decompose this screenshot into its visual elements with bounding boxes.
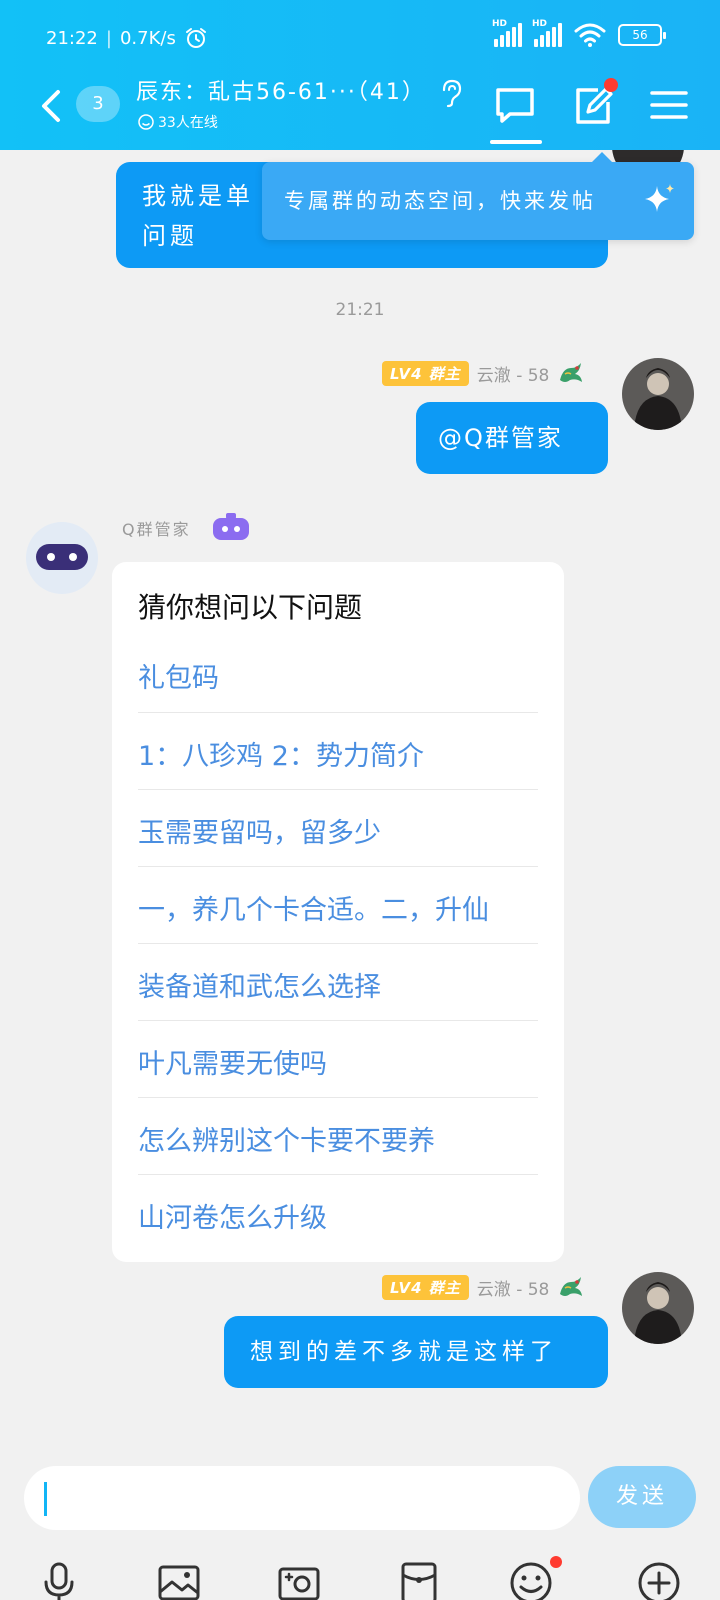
- sender-name: 云澈 - 58: [476, 365, 550, 386]
- avatar-image: [622, 358, 694, 430]
- active-tab-indicator: [490, 140, 542, 144]
- network-speed: 0.7K/s: [119, 27, 176, 49]
- emoji-icon[interactable]: [508, 1560, 554, 1600]
- status-divider: |: [105, 27, 112, 49]
- text-caret: [44, 1482, 47, 1516]
- sparkle-icon: [645, 184, 674, 212]
- bot-meta: Q群管家: [122, 512, 251, 544]
- level-text: LV4: [390, 1278, 423, 1297]
- level-text: LV4: [390, 364, 423, 383]
- role-text: 群主: [428, 364, 461, 383]
- divider: [138, 1097, 538, 1098]
- chat-area[interactable]: 我就是单 问题 专属群的动态空间，快来发帖 21:21 LV4 群主 云澈 - …: [0, 150, 720, 1448]
- divider: [138, 712, 538, 713]
- chat-tab-icon[interactable]: [492, 82, 538, 128]
- group-title[interactable]: 辰东：乱古56-61···（41）: [136, 74, 426, 106]
- post-notification-dot: [604, 78, 618, 92]
- tooltip-arrow: [592, 152, 612, 162]
- hd-label-1: HD: [492, 19, 508, 29]
- mic-icon[interactable]: [36, 1560, 82, 1600]
- status-time: 21:22: [46, 27, 98, 49]
- dragon-badge-icon: [560, 1277, 583, 1296]
- hd-label-2: HD: [532, 19, 548, 29]
- bot-heading: 猜你想问以下问题: [138, 591, 363, 624]
- divider: [138, 866, 538, 867]
- alarm-icon: [185, 28, 206, 48]
- input-bar: 发送: [0, 1448, 720, 1600]
- divider: [138, 789, 538, 790]
- online-count-text: 33人在线: [158, 115, 218, 131]
- robot-badge-icon: [212, 513, 249, 540]
- bot-option-6[interactable]: 叶凡需要无使吗: [138, 1042, 538, 1081]
- status-right: HD HD 56: [492, 19, 666, 48]
- status-bar: 21:22 | 0.7K/s HD HD 56: [0, 0, 720, 72]
- ear-icon[interactable]: [438, 78, 464, 108]
- divider: [138, 1020, 538, 1021]
- status-left: 21:22 | 0.7K/s: [46, 26, 208, 50]
- plus-icon[interactable]: [636, 1560, 682, 1600]
- bot-reply-card: 猜你想问以下问题 礼包码 1：八珍鸡 2：势力简介 玉需要留吗，留多少 一，养几…: [112, 562, 564, 1262]
- dragon-badge-icon: [560, 363, 583, 382]
- unread-count-badge[interactable]: 3: [76, 86, 120, 122]
- divider: [138, 943, 538, 944]
- sender-name: 云澈 - 58: [476, 1279, 550, 1300]
- sender-meta-2: LV4 群主 云澈 - 58: [382, 1274, 585, 1300]
- signal-icon-2: HD: [532, 19, 562, 47]
- role-text: 群主: [428, 1278, 461, 1297]
- tooltip-text: 专属群的动态空间，快来发帖: [284, 189, 596, 213]
- bot-avatar-image: [26, 522, 98, 594]
- bot-option-7[interactable]: 怎么辨别这个卡要不要养: [138, 1119, 538, 1158]
- message-bubble[interactable]: 想到的差不多就是这样了: [224, 1316, 608, 1388]
- bot-option-8[interactable]: 山河卷怎么升级: [138, 1196, 538, 1235]
- bot-option-1[interactable]: 礼包码: [138, 656, 538, 695]
- emoji-notification-dot: [550, 1556, 562, 1568]
- wifi-icon: [574, 23, 606, 47]
- sender-meta-1: LV4 群主 云澈 - 58: [382, 360, 585, 386]
- feature-tooltip[interactable]: 专属群的动态空间，快来发帖: [262, 152, 694, 240]
- avatar-image: [622, 1272, 694, 1344]
- back-arrow-icon[interactable]: [36, 86, 66, 126]
- camera-icon[interactable]: [276, 1560, 322, 1600]
- message-timestamp: 21:21: [335, 300, 385, 320]
- level-badge: LV4 群主: [382, 360, 469, 386]
- battery-indicator: 56: [618, 24, 666, 46]
- menu-icon[interactable]: [646, 82, 692, 128]
- image-icon[interactable]: [156, 1560, 202, 1600]
- bot-option-3[interactable]: 玉需要留吗，留多少: [138, 811, 538, 850]
- bot-option-5[interactable]: 装备道和武怎么选择: [138, 965, 538, 1004]
- user-avatar[interactable]: [622, 358, 694, 430]
- message-input[interactable]: [24, 1466, 580, 1530]
- bot-avatar[interactable]: [26, 522, 98, 594]
- send-button[interactable]: 发送: [588, 1466, 696, 1528]
- chat-nav-bar: 3 辰东：乱古56-61···（41） 33人在线: [0, 72, 720, 150]
- level-badge: LV4 群主: [382, 1274, 469, 1300]
- red-packet-icon[interactable]: [396, 1560, 442, 1600]
- user-avatar[interactable]: [622, 1272, 694, 1344]
- online-count: 33人在线: [138, 112, 218, 132]
- signal-icon-1: HD: [492, 19, 522, 47]
- mention-bubble[interactable]: @Q群管家: [416, 402, 608, 474]
- bot-option-2[interactable]: 1：八珍鸡 2：势力简介: [138, 734, 538, 773]
- bot-option-4[interactable]: 一，养几个卡合适。二，升仙: [138, 888, 538, 927]
- header-bar: 21:22 | 0.7K/s HD HD 56 3 辰东：乱古56-61···（…: [0, 0, 720, 150]
- bot-name: Q群管家: [122, 520, 191, 539]
- divider: [138, 1174, 538, 1175]
- smile-status-icon: [138, 114, 154, 130]
